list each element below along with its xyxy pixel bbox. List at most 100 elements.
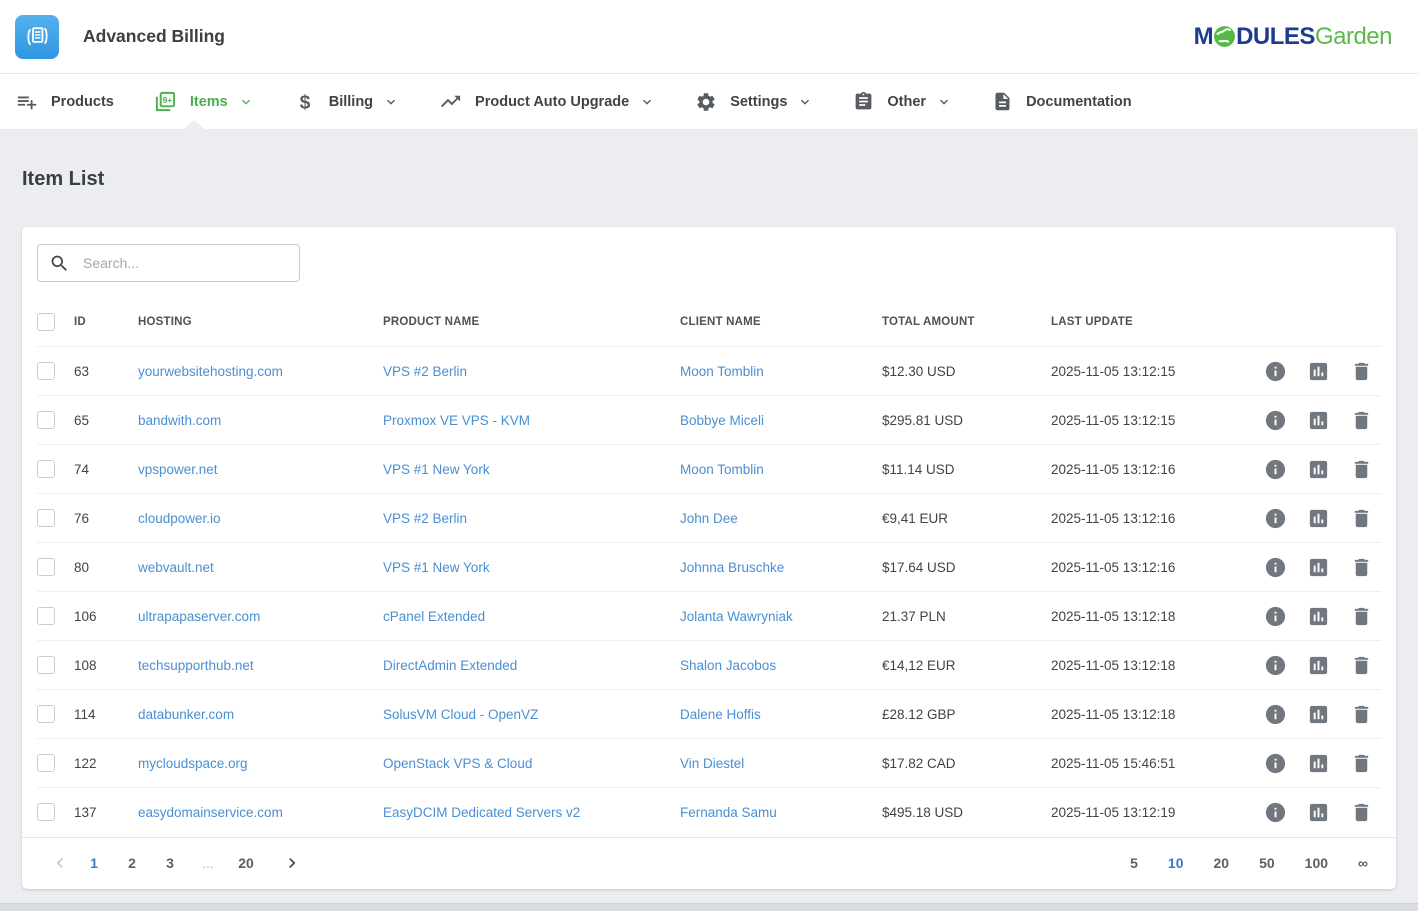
chart-icon[interactable] xyxy=(1307,556,1330,579)
cell-id: 114 xyxy=(74,690,138,739)
product-name-link[interactable]: OpenStack VPS & Cloud xyxy=(383,756,532,771)
hosting-link[interactable]: mycloudspace.org xyxy=(138,756,248,771)
search-box[interactable] xyxy=(37,244,300,282)
info-icon[interactable] xyxy=(1264,507,1287,530)
hosting-link[interactable]: databunker.com xyxy=(138,707,234,722)
chart-icon[interactable] xyxy=(1307,801,1330,824)
nav-item-other[interactable]: Other xyxy=(853,91,952,112)
info-icon[interactable] xyxy=(1264,458,1287,481)
info-icon[interactable] xyxy=(1264,360,1287,383)
row-checkbox[interactable] xyxy=(37,803,55,821)
hosting-link[interactable]: easydomainservice.com xyxy=(138,805,283,820)
dollar-icon: $ xyxy=(294,91,316,113)
nav-item-settings[interactable]: Settings xyxy=(695,91,813,113)
page-size-20[interactable]: 20 xyxy=(1214,855,1230,871)
nav-item-items[interactable]: 9+Items xyxy=(154,90,254,113)
chart-icon[interactable] xyxy=(1307,703,1330,726)
client-name-link[interactable]: Johnna Bruschke xyxy=(680,560,784,575)
delete-icon[interactable] xyxy=(1350,654,1373,677)
hosting-link[interactable]: yourwebsitehosting.com xyxy=(138,364,283,379)
chart-icon[interactable] xyxy=(1307,605,1330,628)
nav-item-billing[interactable]: $ Billing xyxy=(294,91,399,113)
row-checkbox[interactable] xyxy=(37,607,55,625)
delete-icon[interactable] xyxy=(1350,458,1373,481)
page-size-5[interactable]: 5 xyxy=(1130,855,1138,871)
delete-icon[interactable] xyxy=(1350,703,1373,726)
chart-icon[interactable] xyxy=(1307,654,1330,677)
row-checkbox[interactable] xyxy=(37,411,55,429)
search-input[interactable] xyxy=(81,254,288,272)
cell-last-update: 2025-11-05 13:12:15 xyxy=(1051,396,1251,445)
page-size-100[interactable]: 100 xyxy=(1305,855,1328,871)
delete-icon[interactable] xyxy=(1350,752,1373,775)
product-name-link[interactable]: cPanel Extended xyxy=(383,609,485,624)
row-checkbox[interactable] xyxy=(37,460,55,478)
delete-icon[interactable] xyxy=(1350,360,1373,383)
hosting-link[interactable]: bandwith.com xyxy=(138,413,221,428)
active-tab-pointer xyxy=(182,120,206,130)
pagination-page-20[interactable]: 20 xyxy=(238,855,254,871)
hosting-link[interactable]: vpspower.net xyxy=(138,462,218,477)
main-nav: Products 9+Items $ Billing Product Auto Upgr… xyxy=(0,74,1418,130)
client-name-link[interactable]: Moon Tomblin xyxy=(680,364,764,379)
delete-icon[interactable] xyxy=(1350,801,1373,824)
info-icon[interactable] xyxy=(1264,409,1287,432)
row-checkbox[interactable] xyxy=(37,362,55,380)
client-name-link[interactable]: Vin Diestel xyxy=(680,756,744,771)
nav-item-documentation[interactable]: Documentation xyxy=(992,91,1132,112)
client-name-link[interactable]: Moon Tomblin xyxy=(680,462,764,477)
info-icon[interactable] xyxy=(1264,752,1287,775)
product-name-link[interactable]: VPS #2 Berlin xyxy=(383,364,467,379)
client-name-link[interactable]: Fernanda Samu xyxy=(680,805,777,820)
client-name-link[interactable]: Jolanta Wawryniak xyxy=(680,609,793,624)
product-name-link[interactable]: Proxmox VE VPS - KVM xyxy=(383,413,530,428)
product-name-link[interactable]: VPS #2 Berlin xyxy=(383,511,467,526)
product-name-link[interactable]: DirectAdmin Extended xyxy=(383,658,517,673)
nav-item-product-auto-upgrade[interactable]: Product Auto Upgrade xyxy=(439,90,655,113)
delete-icon[interactable] xyxy=(1350,409,1373,432)
client-name-link[interactable]: Shalon Jacobos xyxy=(680,658,776,673)
client-name-link[interactable]: Dalene Hoffis xyxy=(680,707,761,722)
chart-icon[interactable] xyxy=(1307,458,1330,481)
client-name-link[interactable]: Bobbye Miceli xyxy=(680,413,764,428)
pagination-page-1[interactable]: 1 xyxy=(86,855,102,871)
hosting-link[interactable]: ultrapapaserver.com xyxy=(138,609,260,624)
hosting-link[interactable]: webvault.net xyxy=(138,560,214,575)
row-checkbox[interactable] xyxy=(37,754,55,772)
client-name-link[interactable]: John Dee xyxy=(680,511,738,526)
cell-last-update: 2025-11-05 13:12:16 xyxy=(1051,543,1251,592)
product-name-link[interactable]: EasyDCIM Dedicated Servers v2 xyxy=(383,805,580,820)
table-row: 74vpspower.netVPS #1 New YorkMoon Tombli… xyxy=(37,445,1381,494)
pagination-page-3[interactable]: 3 xyxy=(162,855,178,871)
nav-item-label: Billing xyxy=(329,94,373,110)
product-name-link[interactable]: VPS #1 New York xyxy=(383,462,490,477)
delete-icon[interactable] xyxy=(1350,605,1373,628)
page-size-all[interactable]: ∞ xyxy=(1358,855,1368,871)
cell-id: 122 xyxy=(74,739,138,788)
chart-icon[interactable] xyxy=(1307,409,1330,432)
page-size-10[interactable]: 10 xyxy=(1168,855,1184,871)
chevron-right-icon[interactable] xyxy=(282,853,302,873)
chart-icon[interactable] xyxy=(1307,507,1330,530)
info-icon[interactable] xyxy=(1264,654,1287,677)
row-checkbox[interactable] xyxy=(37,705,55,723)
nav-item-products[interactable]: Products xyxy=(16,91,114,113)
delete-icon[interactable] xyxy=(1350,556,1373,579)
hosting-link[interactable]: techsupporthub.net xyxy=(138,658,254,673)
row-checkbox[interactable] xyxy=(37,558,55,576)
row-checkbox[interactable] xyxy=(37,509,55,527)
info-icon[interactable] xyxy=(1264,605,1287,628)
info-icon[interactable] xyxy=(1264,801,1287,824)
select-all-checkbox[interactable] xyxy=(37,313,55,331)
info-icon[interactable] xyxy=(1264,556,1287,579)
chart-icon[interactable] xyxy=(1307,752,1330,775)
info-icon[interactable] xyxy=(1264,703,1287,726)
product-name-link[interactable]: SolusVM Cloud - OpenVZ xyxy=(383,707,538,722)
row-checkbox[interactable] xyxy=(37,656,55,674)
pagination-page-2[interactable]: 2 xyxy=(124,855,140,871)
product-name-link[interactable]: VPS #1 New York xyxy=(383,560,490,575)
page-size-50[interactable]: 50 xyxy=(1259,855,1275,871)
delete-icon[interactable] xyxy=(1350,507,1373,530)
hosting-link[interactable]: cloudpower.io xyxy=(138,511,221,526)
chart-icon[interactable] xyxy=(1307,360,1330,383)
